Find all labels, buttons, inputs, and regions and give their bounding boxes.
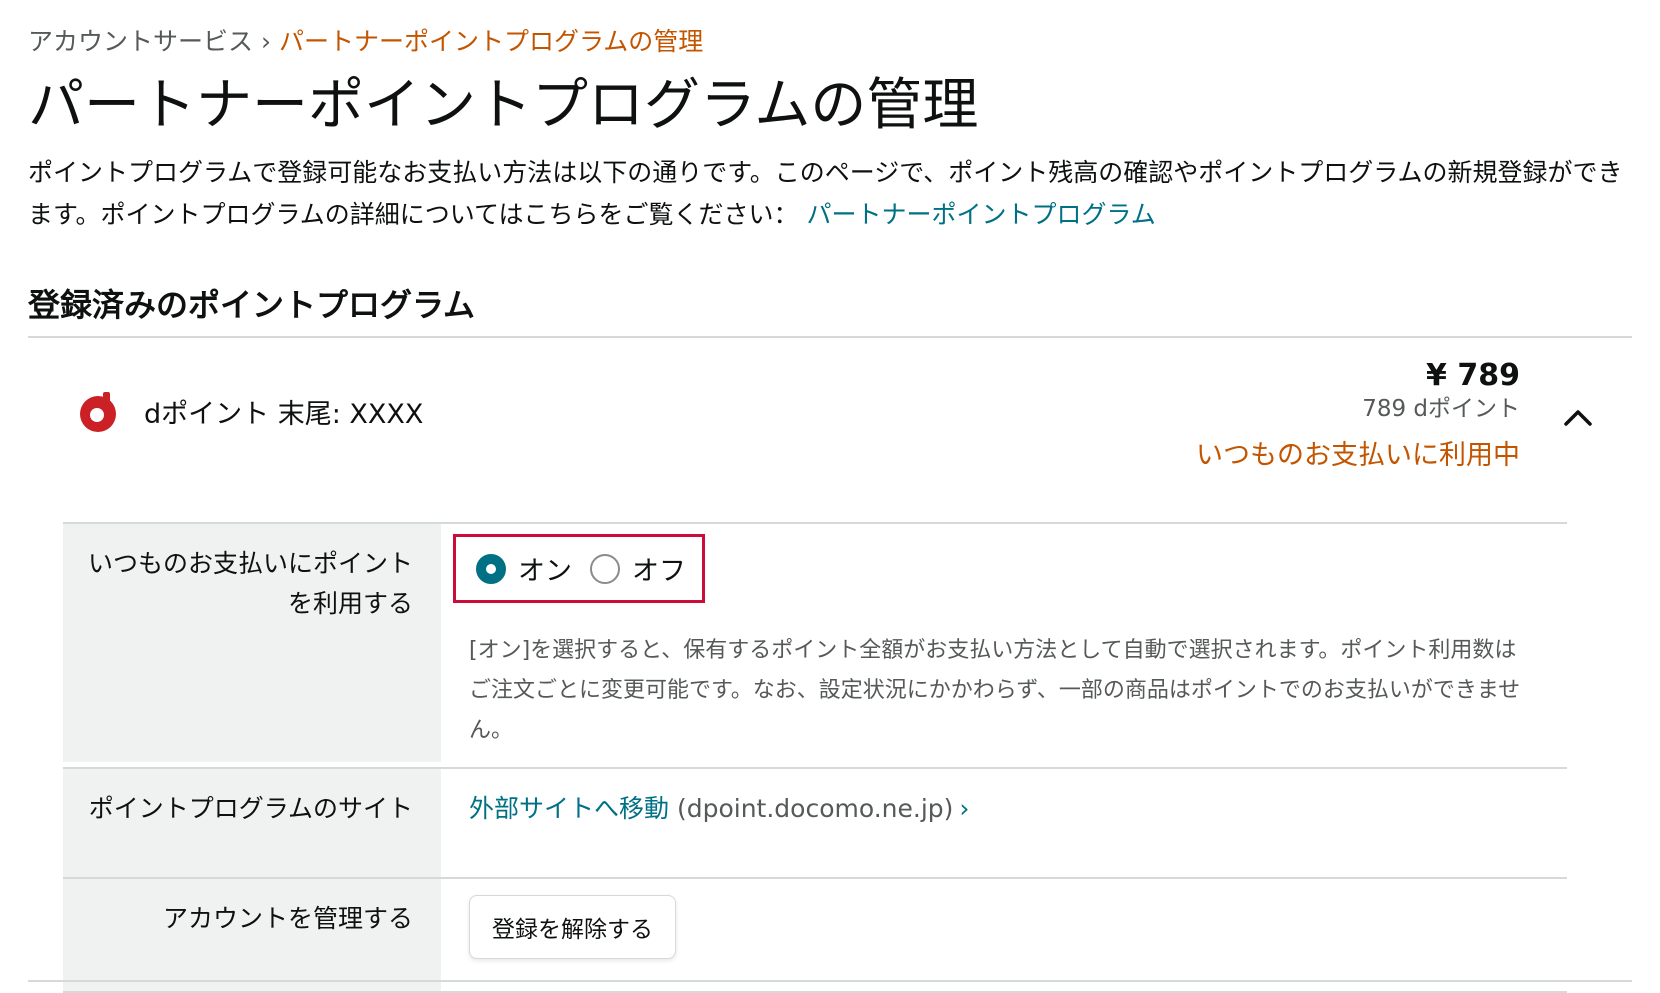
use-points-row: いつものお支払いにポイントを利用する オン オフ [オン]を選択すると、保有する… — [63, 524, 1567, 769]
program-details: いつものお支払いにポイントを利用する オン オフ [オン]を選択すると、保有する… — [63, 522, 1567, 993]
section-heading: 登録済みのポイントプログラム — [28, 286, 476, 324]
use-points-value: オン オフ [オン]を選択すると、保有するポイント全額がお支払い方法として自動で… — [441, 524, 1567, 767]
intro-text: ポイントプログラムで登録可能なお支払い方法は以下の通りです。このページで、ポイン… — [28, 152, 1628, 236]
use-points-radio-group: オン オフ — [453, 534, 705, 603]
use-points-label: いつものお支払いにポイントを利用する — [63, 524, 441, 762]
unregister-button[interactable]: 登録を解除する — [469, 895, 676, 959]
account-row: アカウントを管理する 登録を解除する — [63, 879, 1567, 993]
breadcrumb: アカウントサービス › パートナーポイントプログラムの管理 — [28, 22, 703, 58]
radio-off-label: オフ — [632, 556, 686, 587]
breadcrumb-separator: › — [261, 27, 272, 56]
dpoint-logo-icon — [80, 392, 116, 432]
chevron-up-icon[interactable] — [1562, 406, 1594, 430]
radio-off[interactable]: オフ — [590, 549, 686, 588]
partner-program-link[interactable]: パートナーポイントプログラム — [806, 200, 1155, 229]
site-value: 外部サイトへ移動 (dpoint.docomo.ne.jp) › — [441, 769, 1567, 877]
chevron-right-icon: › — [959, 794, 970, 823]
site-label: ポイントプログラムのサイト — [63, 769, 441, 877]
account-label: アカウントを管理する — [63, 879, 441, 991]
account-value: 登録を解除する — [441, 879, 1567, 991]
breadcrumb-parent-link[interactable]: アカウントサービス — [28, 27, 253, 56]
external-site-link[interactable]: 外部サイトへ移動 (dpoint.docomo.ne.jp) › — [469, 794, 969, 823]
balance-amount: ¥ 789 — [1426, 358, 1520, 393]
breadcrumb-current: パートナーポイントプログラムの管理 — [279, 27, 704, 56]
use-points-note: [オン]を選択すると、保有するポイント全額がお支払い方法として自動で選択されます… — [469, 638, 1521, 743]
program-status: いつものお支払いに利用中 — [1196, 440, 1520, 471]
site-row: ポイントプログラムのサイト 外部サイトへ移動 (dpoint.docomo.ne… — [63, 769, 1567, 879]
radio-on-circle[interactable] — [476, 553, 506, 584]
page-title: パートナーポイントプログラムの管理 — [28, 73, 979, 138]
external-site-domain: (dpoint.docomo.ne.jp) — [676, 794, 954, 823]
balance-points: 789 dポイント — [1362, 396, 1520, 422]
section-divider — [28, 336, 1632, 338]
radio-on-label: オン — [518, 556, 572, 587]
balance-summary: ¥ 789 789 dポイント いつものお支払いに利用中 — [1196, 358, 1520, 476]
radio-off-circle[interactable] — [590, 553, 620, 584]
external-site-link-text[interactable]: 外部サイトへ移動 — [469, 794, 669, 823]
program-name: dポイント 末尾: XXXX — [144, 399, 424, 430]
radio-on[interactable]: オン — [476, 549, 572, 588]
